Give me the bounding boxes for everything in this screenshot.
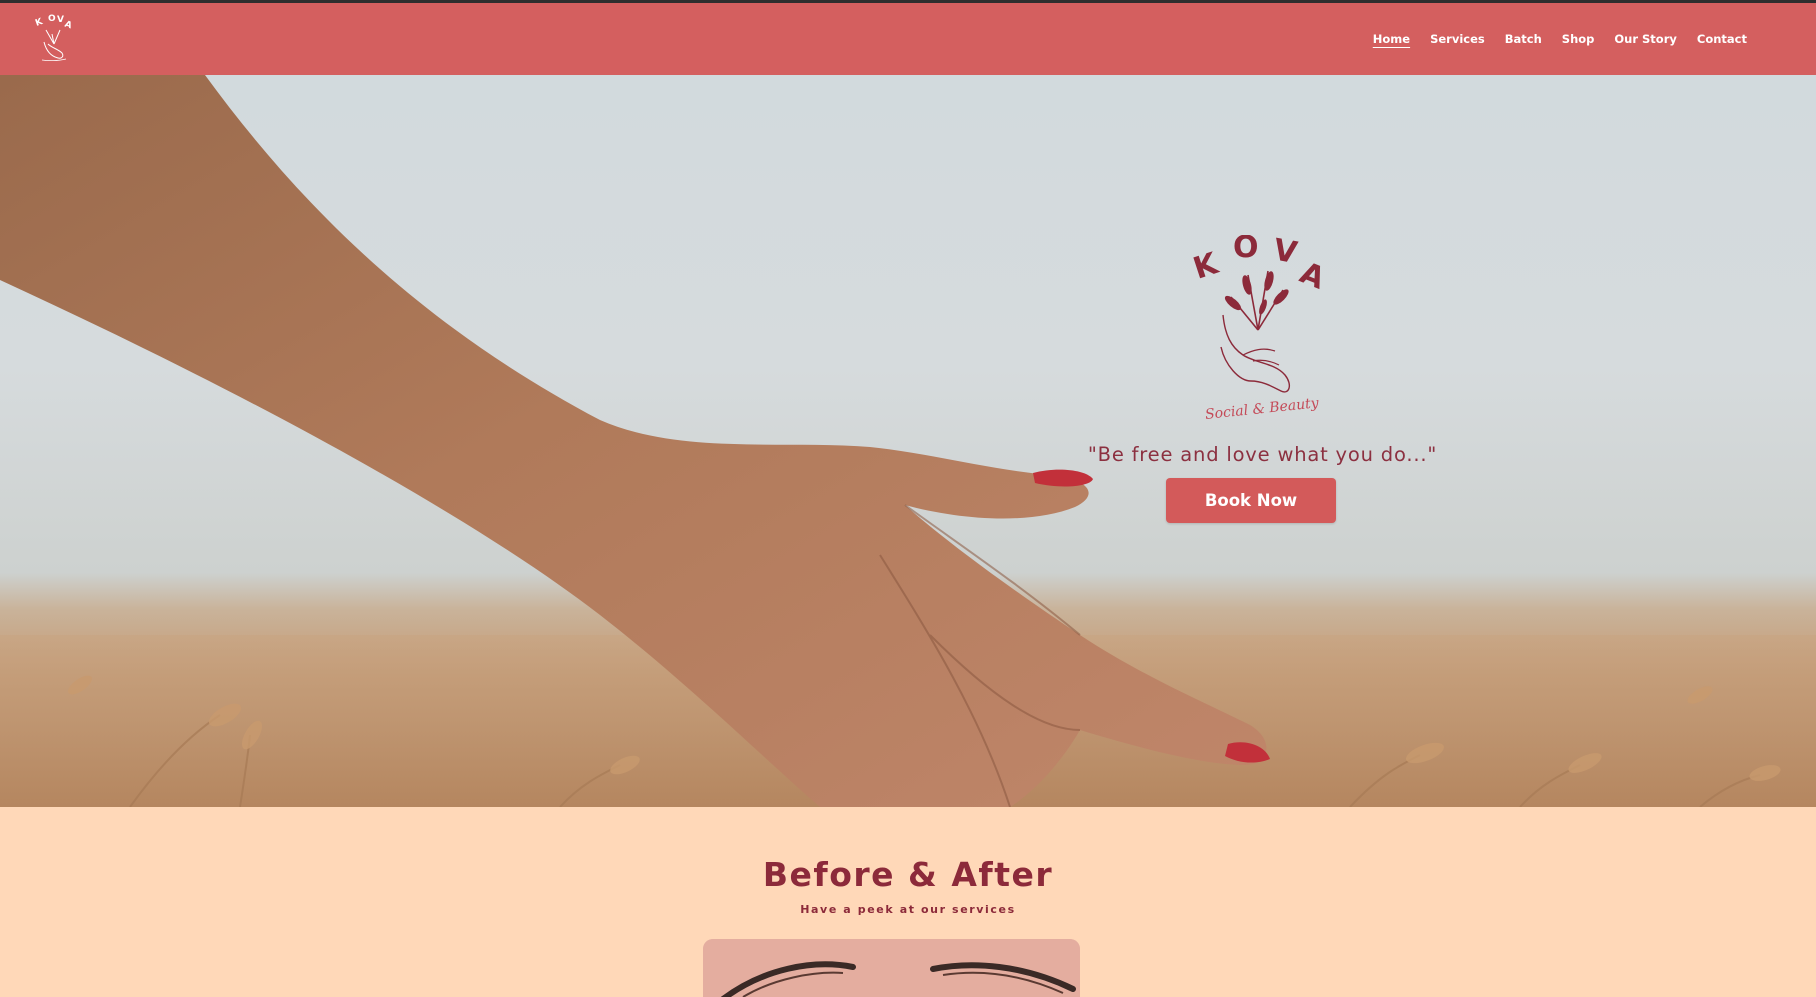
- site-header: K O V A Home Services Batch Shop Our Sto…: [0, 3, 1816, 75]
- nav-shop[interactable]: Shop: [1562, 32, 1595, 46]
- header-logo[interactable]: K O V A: [34, 14, 74, 64]
- before-after-subtitle: Have a peek at our services: [800, 903, 1016, 916]
- hand-over-wheat-field-photo: [0, 75, 1816, 807]
- logo-letter-k: K: [34, 17, 45, 29]
- hand-holding-flowers-logo-icon: K O V A Social & Beauty: [1189, 230, 1330, 423]
- kova-logo-small-icon: K O V A: [34, 14, 73, 62]
- logo-letter-v: V: [57, 15, 64, 25]
- hero-section: K O V A Social & Beauty "Be free and lov…: [0, 75, 1816, 807]
- hero-logo-letter-k: K: [1189, 246, 1224, 287]
- nav-home[interactable]: Home: [1373, 32, 1410, 46]
- main-nav: Home Services Batch Shop Our Story Conta…: [1373, 3, 1747, 75]
- logo-letter-o: O: [48, 14, 56, 24]
- eyebrow-photo-graphic: [703, 939, 1080, 997]
- hero-logo-letter-v: V: [1271, 235, 1301, 271]
- hero-logo-letter-o: O: [1233, 235, 1259, 265]
- page: K O V A Home Services Batch Shop Our Sto…: [0, 0, 1816, 997]
- hero-tagline: "Be free and love what you do...": [1087, 443, 1438, 466]
- eyebrow-closeup-photo: [703, 939, 1080, 997]
- before-after-title: Before & After: [762, 855, 1054, 894]
- before-after-section: Before & After Have a peek at our servic…: [0, 807, 1816, 997]
- hero-logo-letter-a: A: [1295, 255, 1330, 296]
- hero-kova-logo: K O V A Social & Beauty: [1183, 230, 1343, 425]
- nav-services[interactable]: Services: [1430, 32, 1485, 46]
- nav-batch[interactable]: Batch: [1505, 32, 1542, 46]
- logo-letter-a: A: [63, 20, 73, 32]
- book-now-button[interactable]: Book Now: [1166, 478, 1336, 523]
- logo-script-text: Social & Beauty: [1204, 395, 1320, 423]
- nav-our-story[interactable]: Our Story: [1614, 32, 1677, 46]
- nav-contact[interactable]: Contact: [1697, 32, 1747, 46]
